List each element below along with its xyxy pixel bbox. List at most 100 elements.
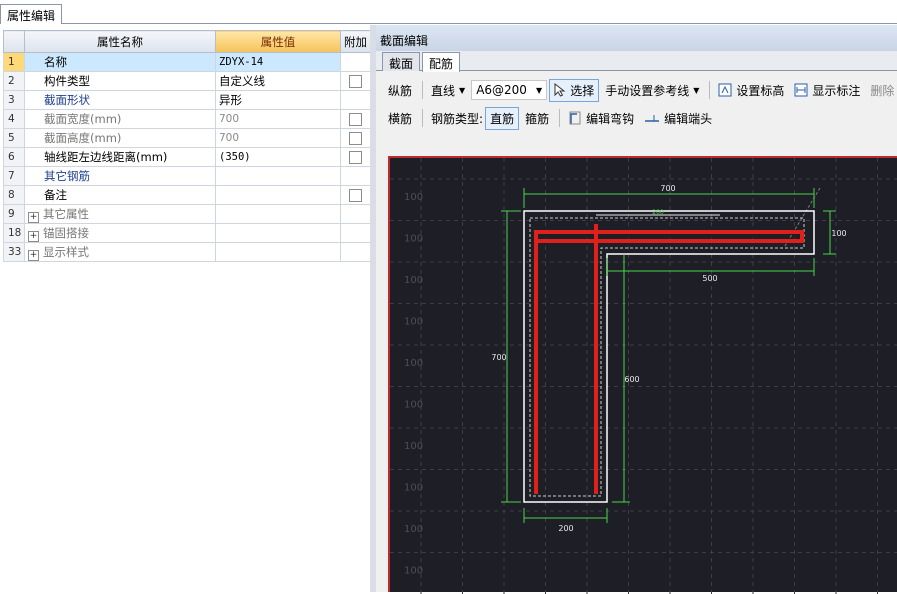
extra-cell: [340, 52, 371, 72]
edit-bend-label: 编辑弯钩: [586, 111, 635, 126]
extra-cell: [340, 223, 371, 243]
table-row[interactable]: 18 + 锚固搭接: [3, 223, 371, 243]
extra-cell: [340, 71, 371, 91]
rebar-spec-value: A6@200: [476, 83, 527, 97]
row-number: 8: [3, 185, 25, 205]
table-row[interactable]: 8 备注: [3, 185, 371, 205]
row-number: 3: [3, 90, 25, 110]
edit-bend-button[interactable]: 编辑弯钩: [564, 108, 638, 129]
table-row[interactable]: 3 截面形状 异形: [3, 90, 371, 110]
chevron-down-icon: ▼: [693, 85, 700, 95]
select-button[interactable]: 选择: [549, 78, 600, 102]
toolbar-separator: [709, 81, 711, 99]
header-value[interactable]: 属性值: [215, 30, 341, 53]
prop-name: 构件类型: [24, 71, 216, 91]
section-outline[interactable]: [523, 210, 815, 503]
grid-lines: [390, 158, 897, 594]
toolbar-separator: [559, 109, 561, 127]
group-label: 显示样式: [43, 244, 89, 259]
extra-cell: [340, 109, 371, 129]
prop-value: [215, 223, 341, 243]
prop-value[interactable]: 700: [215, 128, 341, 148]
tab-rebar[interactable]: 配筋: [422, 52, 461, 72]
toolbar-secondary: 横筋 钢筋类型: 直筋 箍筋 编辑弯钩 编辑端头: [384, 106, 718, 130]
table-row[interactable]: 9 + 其它属性: [3, 204, 371, 224]
longitudinal-rebar-button[interactable]: 纵筋: [384, 80, 416, 101]
table-row[interactable]: 4 截面宽度(mm) 700: [3, 109, 371, 129]
group-label: 锚固搭接: [43, 225, 89, 240]
rebar-spec-combo[interactable]: A6@200 ▼: [471, 80, 548, 100]
expand-plus-icon[interactable]: +: [28, 230, 39, 242]
grid-label: 100: [404, 317, 423, 328]
prop-name: 名称: [24, 52, 216, 72]
expand-plus-icon[interactable]: +: [28, 211, 39, 223]
extra-checkbox[interactable]: [349, 150, 362, 164]
extra-checkbox[interactable]: [349, 188, 362, 202]
grid-label: 100: [404, 275, 423, 286]
table-row[interactable]: 1 名称 ZDYX-14: [3, 52, 371, 72]
end-head-icon: [645, 115, 660, 122]
line-mode-label: 直线: [431, 83, 456, 98]
row-number: 1: [3, 52, 25, 72]
set-elevation-label: 设置标高: [736, 83, 785, 98]
transverse-rebar-button[interactable]: 横筋: [384, 108, 416, 129]
prop-name[interactable]: + 显示样式: [24, 242, 216, 262]
prop-value[interactable]: 异形: [215, 90, 341, 110]
row-number: 5: [3, 128, 25, 148]
table-row[interactable]: 7 其它钢筋: [3, 166, 371, 186]
table-row[interactable]: 5 截面高度(mm) 700: [3, 128, 371, 148]
drawing-canvas[interactable]: 100 100 100 100 100 100 100 100 100 100 700 100 5…: [388, 156, 897, 594]
extra-cell: [340, 242, 371, 262]
property-grid: 属性名称 属性值 附加 1 名称 ZDYX-14 2 构件类型 自定义线 3 截…: [3, 30, 371, 262]
extra-cell: [340, 147, 371, 167]
header-extra[interactable]: 附加: [340, 30, 371, 53]
extra-checkbox[interactable]: [349, 74, 362, 88]
extra-checkbox[interactable]: [349, 131, 362, 145]
prop-value[interactable]: [215, 166, 341, 186]
show-dimensions-label: 显示标注: [812, 83, 861, 98]
prop-value[interactable]: 700: [215, 109, 341, 129]
window-title: 截面编辑: [376, 25, 897, 51]
section-editor-window: 截面编辑 截面 配筋 纵筋 直线 ▼ A6@200 ▼ 选择 手动设置参考线 ▼ 设置…: [370, 25, 897, 594]
prop-value[interactable]: [215, 185, 341, 205]
extra-cell: [340, 204, 371, 224]
edit-end-button[interactable]: 编辑端头: [640, 108, 716, 129]
prop-value[interactable]: ZDYX-14: [215, 52, 341, 72]
extra-cell: [340, 185, 371, 205]
delete-button[interactable]: 删除: [866, 80, 897, 101]
table-row[interactable]: 6 轴线距左边线距离(mm) (350): [3, 147, 371, 167]
stirrup-button[interactable]: 箍筋: [521, 108, 553, 129]
prop-name: 截面形状: [24, 90, 216, 110]
grid-header: 属性名称 属性值 附加: [3, 30, 371, 53]
grid-label: 100: [404, 400, 423, 411]
table-row[interactable]: 2 构件类型 自定义线: [3, 71, 371, 91]
extra-cell: [340, 90, 371, 110]
prop-name[interactable]: + 其它属性: [24, 204, 216, 224]
extra-checkbox[interactable]: [349, 112, 362, 126]
show-dimensions-button[interactable]: 显示标注: [790, 80, 864, 101]
straight-rebar-button[interactable]: 直筋: [485, 106, 520, 130]
panel-tab-properties[interactable]: 属性编辑: [0, 4, 63, 24]
expand-plus-icon[interactable]: +: [28, 249, 39, 261]
edit-end-label: 编辑端头: [664, 111, 713, 126]
prop-name[interactable]: + 锚固搭接: [24, 223, 216, 243]
set-elevation-button[interactable]: 设置标高: [714, 80, 788, 101]
line-mode-dropdown[interactable]: 直线 ▼: [427, 80, 469, 101]
row-number: 6: [3, 147, 25, 167]
tab-section[interactable]: 截面: [382, 52, 421, 71]
prop-value: [215, 204, 341, 224]
header-name[interactable]: 属性名称: [24, 30, 216, 53]
dim-label-100-right: 100: [831, 229, 846, 238]
dimension-icon: [794, 83, 808, 97]
ref-line-dropdown[interactable]: 手动设置参考线 ▼: [601, 80, 703, 101]
grid-label: 100: [404, 358, 423, 369]
row-number: 2: [3, 71, 25, 91]
table-row[interactable]: 33 + 显示样式: [3, 242, 371, 262]
cover-line: [529, 217, 805, 497]
extra-cell: [340, 128, 371, 148]
grid-label: 100: [404, 483, 423, 494]
prop-value[interactable]: (350): [215, 147, 341, 167]
prop-value: [215, 242, 341, 262]
prop-value[interactable]: 自定义线: [215, 71, 341, 91]
extra-cell: [340, 166, 371, 186]
